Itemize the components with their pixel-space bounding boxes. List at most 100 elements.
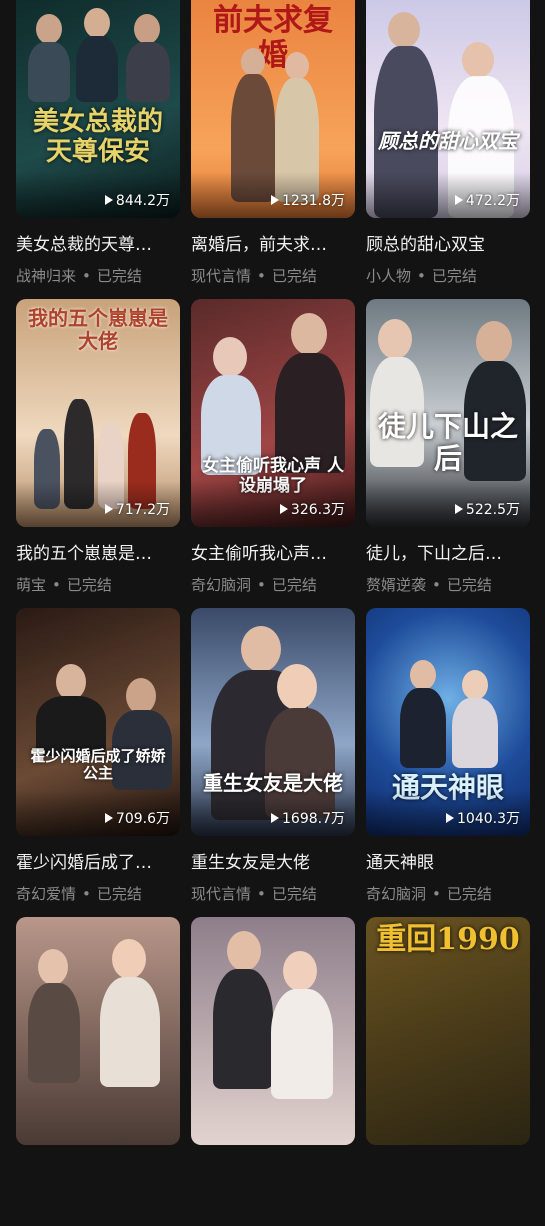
drama-card[interactable]: 徒儿下山之后 522.5万 徒儿，下山之后… 赘婿逆袭 • 已完结: [366, 299, 530, 608]
view-count: 844.2万: [104, 190, 170, 210]
drama-card[interactable]: 女主偷听我心声 人设崩塌了 326.3万 女主偷听我心声… 奇幻脑洞 • 已完结: [191, 299, 355, 608]
drama-poster[interactable]: [16, 917, 180, 1145]
drama-genre: 奇幻脑洞: [191, 576, 252, 594]
drama-poster[interactable]: 我的五个崽崽是大佬 717.2万: [16, 299, 180, 527]
drama-genre: 萌宝: [16, 576, 47, 594]
play-icon: [271, 195, 279, 205]
drama-meta: 小人物 • 已完结: [366, 265, 530, 286]
drama-card[interactable]: 通天神眼 1040.3万 通天神眼 奇幻脑洞 • 已完结: [366, 608, 530, 917]
drama-card[interactable]: 美女总裁的天尊保安 844.2万 美女总裁的天尊… 战神归来 • 已完结: [16, 0, 180, 299]
drama-status: 已完结: [271, 576, 317, 594]
drama-meta: 奇幻爱情 • 已完结: [16, 883, 180, 904]
drama-poster[interactable]: 前夫求复婚 1231.8万: [191, 0, 355, 218]
drama-title[interactable]: 重生女友是大佬: [191, 848, 355, 873]
poster-figure: [213, 337, 247, 377]
poster-figure: [28, 42, 70, 102]
drama-status: 已完结: [96, 885, 142, 903]
play-icon: [104, 813, 113, 823]
drama-status: 已完结: [96, 267, 142, 285]
drama-status: 已完结: [431, 267, 477, 285]
drama-card[interactable]: 我的五个崽崽是大佬 717.2万 我的五个崽崽是… 萌宝 • 已完结: [16, 299, 180, 608]
drama-poster[interactable]: 重回1990: [366, 917, 530, 1145]
poster-figure: [76, 36, 118, 102]
poster-figure: [271, 989, 333, 1099]
drama-status: 已完结: [66, 576, 112, 594]
view-count: 1698.7万: [271, 808, 345, 828]
drama-title[interactable]: 女主偷听我心声…: [191, 539, 355, 564]
drama-meta: 奇幻脑洞 • 已完结: [191, 574, 355, 595]
poster-figure: [100, 977, 160, 1087]
poster-figure: [285, 52, 309, 80]
drama-title[interactable]: 徒儿，下山之后…: [366, 539, 530, 564]
separator-dot: •: [82, 267, 91, 285]
poster-figure: [277, 664, 317, 710]
drama-title[interactable]: 通天神眼: [366, 848, 530, 873]
view-count: 326.3万: [279, 499, 345, 519]
play-icon: [271, 813, 279, 823]
poster-figure: [134, 14, 160, 44]
drama-meta: 现代言情 • 已完结: [191, 265, 355, 286]
poster-figure: [241, 626, 281, 672]
view-count: 1231.8万: [271, 190, 345, 210]
drama-title[interactable]: 霍少闪婚后成了…: [16, 848, 180, 873]
drama-meta: 赘婿逆袭 • 已完结: [366, 574, 530, 595]
drama-card[interactable]: 霍少闪婚后成了娇娇公主 709.6万 霍少闪婚后成了… 奇幻爱情 • 已完结: [16, 608, 180, 917]
drama-title[interactable]: 美女总裁的天尊…: [16, 230, 180, 255]
poster-figure: [452, 698, 498, 768]
drama-status: 已完结: [271, 267, 317, 285]
separator-dot: •: [82, 885, 91, 903]
poster-figure: [126, 42, 170, 102]
drama-card[interactable]: 重生女友是大佬 1698.7万 重生女友是大佬 现代言情 • 已完结: [191, 608, 355, 917]
poster-title: 顾总的甜心双宝: [378, 129, 518, 153]
poster-figure: [28, 983, 80, 1083]
drama-genre: 奇幻脑洞: [366, 885, 427, 903]
drama-card[interactable]: 顾总的甜心双宝 472.2万 顾总的甜心双宝 小人物 • 已完结: [366, 0, 530, 299]
drama-meta: 现代言情 • 已完结: [191, 883, 355, 904]
drama-poster[interactable]: 重生女友是大佬 1698.7万: [191, 608, 355, 836]
drama-status: 已完结: [446, 885, 492, 903]
poster-figure: [283, 951, 317, 991]
poster-title: 我的五个崽崽是大佬: [28, 306, 168, 353]
poster-figure: [388, 12, 420, 48]
drama-meta: 战神归来 • 已完结: [16, 265, 180, 286]
poster-figure: [378, 319, 412, 359]
separator-dot: •: [257, 267, 266, 285]
view-count: 717.2万: [104, 499, 170, 519]
poster-figure: [112, 939, 146, 979]
poster-title: 徒儿下山之后: [377, 410, 518, 476]
view-count: 472.2万: [454, 190, 520, 210]
drama-poster[interactable]: 通天神眼 1040.3万: [366, 608, 530, 836]
poster-figure: [38, 949, 68, 985]
view-count: 522.5万: [454, 499, 520, 519]
drama-poster[interactable]: [191, 917, 355, 1145]
poster-figure: [462, 42, 494, 78]
drama-genre: 现代言情: [191, 885, 252, 903]
drama-card[interactable]: [16, 917, 180, 1226]
poster-figure: [476, 321, 512, 363]
separator-dot: •: [52, 576, 61, 594]
separator-dot: •: [257, 885, 266, 903]
drama-genre: 战神归来: [16, 267, 77, 285]
drama-poster[interactable]: 霍少闪婚后成了娇娇公主 709.6万: [16, 608, 180, 836]
drama-poster[interactable]: 徒儿下山之后 522.5万: [366, 299, 530, 527]
drama-card[interactable]: [191, 917, 355, 1226]
poster-figure: [410, 660, 436, 690]
drama-genre: 现代言情: [191, 267, 252, 285]
poster-figure: [462, 670, 488, 700]
drama-title[interactable]: 离婚后，前夫求…: [191, 230, 355, 255]
drama-poster[interactable]: 女主偷听我心声 人设崩塌了 326.3万: [191, 299, 355, 527]
drama-title[interactable]: 顾总的甜心双宝: [366, 230, 530, 255]
drama-poster[interactable]: 顾总的甜心双宝 472.2万: [366, 0, 530, 218]
poster-figure: [213, 969, 273, 1089]
poster-title: 美女总裁的天尊保安: [32, 107, 163, 167]
poster-title: 前夫求复婚: [213, 3, 333, 73]
poster-figure: [227, 931, 261, 971]
drama-card[interactable]: 前夫求复婚 1231.8万 离婚后，前夫求… 现代言情 • 已完结: [191, 0, 355, 299]
poster-figure: [400, 688, 446, 768]
poster-figure: [241, 48, 265, 76]
play-icon: [279, 504, 288, 514]
drama-card[interactable]: 重回1990: [366, 917, 530, 1226]
view-count: 709.6万: [104, 808, 170, 828]
drama-poster[interactable]: 美女总裁的天尊保安 844.2万: [16, 0, 180, 218]
drama-title[interactable]: 我的五个崽崽是…: [16, 539, 180, 564]
